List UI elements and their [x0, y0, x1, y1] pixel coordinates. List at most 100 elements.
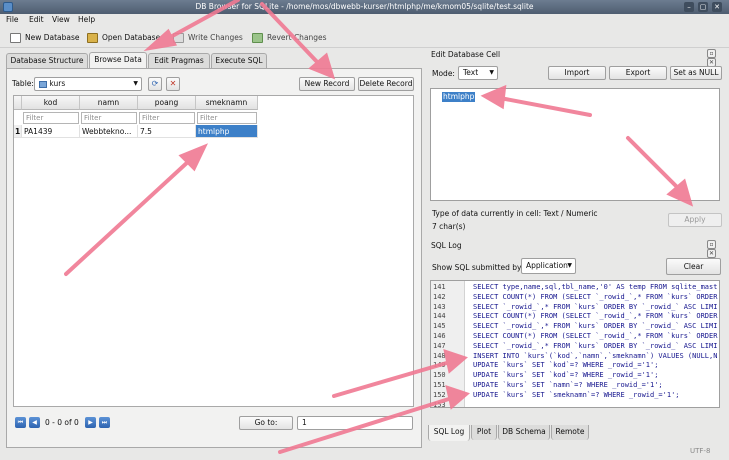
previous-page-icon[interactable]: ◀ — [29, 417, 40, 428]
sql-log-title: SQL Log — [431, 241, 462, 250]
log-line-code: SELECT COUNT(*) FROM (SELECT `_rowid_`,*… — [473, 292, 718, 301]
new-database-button[interactable]: New Database — [10, 30, 80, 45]
menu-edit[interactable]: Edit — [29, 15, 44, 24]
tab-db-schema[interactable]: DB Schema — [498, 425, 550, 440]
log-line-code: INSERT INTO `kurs`(`kod`,`namn`,`smeknam… — [473, 351, 718, 360]
refresh-icon: ⟳ — [151, 79, 159, 88]
tab-sql-log[interactable]: SQL Log — [428, 425, 470, 441]
log-line-code: UPDATE `kurs` SET `kod`=? WHERE _rowid_=… — [473, 361, 659, 370]
table-cell-namn[interactable]: Webbtekno... — [80, 125, 138, 138]
row-header-corner — [14, 96, 22, 110]
table-select[interactable]: kurs ▼ — [34, 77, 142, 91]
filter-kod[interactable]: Filter — [23, 112, 79, 124]
close-icon[interactable]: ✕ — [712, 2, 722, 12]
write-changes-button[interactable]: Write Changes — [173, 30, 243, 45]
log-line-number: 143 — [431, 302, 461, 311]
column-header-kod[interactable]: kod — [22, 96, 80, 110]
menu-bar: File Edit View Help — [0, 14, 729, 26]
pager-status: 0 - 0 of 0 — [45, 418, 79, 427]
log-line-code: SELECT type,name,sql,tbl_name,'0' AS tem… — [473, 283, 718, 291]
close-dock-icon[interactable]: ✕ — [707, 249, 716, 258]
log-line-number: 153 — [431, 400, 461, 407]
filter-smeknamn[interactable]: Filter — [197, 112, 257, 124]
log-line-code: UPDATE `kurs` SET `namn`=? WHERE _rowid_… — [473, 381, 663, 389]
data-grid: kod namn poang smeknamn Filter Filter Fi… — [13, 95, 414, 407]
set-as-null-button[interactable]: Set as NULL — [670, 66, 722, 80]
column-header-smeknamn[interactable]: smeknamn — [196, 96, 258, 110]
log-line-number: 152 — [431, 390, 461, 399]
log-line-number: 151 — [431, 381, 461, 389]
tab-plot[interactable]: Plot — [471, 425, 497, 440]
clear-log-button[interactable]: Clear — [666, 258, 721, 275]
revert-changes-button[interactable]: Revert Changes — [252, 30, 327, 45]
menu-file[interactable]: File — [6, 15, 19, 24]
log-line-number: 146 — [431, 332, 461, 340]
maximize-icon[interactable]: ▢ — [698, 2, 708, 12]
open-database-button[interactable]: Open Database — [87, 30, 160, 45]
clear-filters-button[interactable]: ✕ — [166, 77, 180, 91]
clear-filters-icon: ✕ — [169, 79, 177, 88]
status-bar: UTF-8 — [0, 446, 729, 460]
menu-view[interactable]: View — [52, 15, 70, 24]
open-database-label: Open Database — [102, 33, 161, 42]
log-line-number: 145 — [431, 322, 461, 331]
tab-execute-sql[interactable]: Execute SQL — [211, 53, 267, 68]
log-line-number: 150 — [431, 371, 461, 380]
log-line-number: 149 — [431, 361, 461, 370]
last-page-icon[interactable]: ⏭ — [99, 417, 110, 428]
tab-browse-data[interactable]: Browse Data — [89, 52, 147, 68]
table-cell-smeknamn-selected[interactable]: htmlphp — [196, 125, 258, 138]
first-page-icon[interactable]: ⏮ — [15, 417, 26, 428]
cell-editor-text[interactable]: htmlphp — [442, 92, 476, 102]
next-page-icon[interactable]: ▶ — [85, 417, 96, 428]
delete-record-button[interactable]: Delete Record — [358, 77, 414, 91]
minimize-icon[interactable]: – — [684, 2, 694, 12]
log-line-code: SELECT `_rowid_`,* FROM `kurs` ORDER BY … — [473, 341, 718, 350]
mode-select[interactable]: Text ▼ — [458, 66, 498, 80]
menu-help[interactable]: Help — [78, 15, 95, 24]
new-database-icon — [10, 32, 21, 43]
table-select-value: kurs — [49, 79, 66, 88]
apply-button[interactable]: Apply — [668, 213, 722, 227]
float-icon[interactable]: ▫ — [707, 240, 716, 249]
tab-edit-pragmas[interactable]: Edit Pragmas — [148, 53, 210, 68]
window-titlebar: DB Browser for SQLite - /home/mos/dbwebb… — [0, 0, 729, 14]
write-changes-label: Write Changes — [188, 33, 243, 42]
filter-namn[interactable]: Filter — [81, 112, 137, 124]
sql-log-view[interactable]: 141 SELECT type,name,sql,tbl_name,'0' AS … — [430, 280, 720, 408]
export-button[interactable]: Export — [609, 66, 667, 80]
refresh-button[interactable]: ⟳ — [148, 77, 162, 91]
cell-editor[interactable]: htmlphp — [430, 88, 720, 201]
tab-database-structure[interactable]: Database Structure — [6, 53, 88, 68]
write-changes-icon — [173, 32, 184, 43]
log-line-number: 142 — [431, 292, 461, 301]
row-number[interactable]: 1 — [14, 125, 22, 138]
log-line-number: 148 — [431, 351, 461, 360]
log-line-number: 147 — [431, 341, 461, 350]
column-header-namn[interactable]: namn — [80, 96, 138, 110]
right-dock: Edit Database Cell ▫✕ Mode: Text ▼ Impor… — [428, 48, 724, 458]
filter-poang[interactable]: Filter — [139, 112, 195, 124]
table-label: Table: — [12, 79, 34, 88]
import-button[interactable]: Import — [548, 66, 606, 80]
log-line-number: 144 — [431, 312, 461, 321]
new-record-button[interactable]: New Record — [299, 77, 355, 91]
toolbar: New Database Open Database Write Changes… — [0, 26, 729, 48]
sql-source-select[interactable]: Application ▼ — [521, 258, 576, 274]
revert-changes-icon — [252, 32, 263, 43]
log-line-code: SELECT COUNT(*) FROM (SELECT `_rowid_`,*… — [473, 312, 718, 321]
table-cell-poang[interactable]: 7.5 — [138, 125, 196, 138]
float-icon[interactable]: ▫ — [707, 49, 716, 58]
tab-remote[interactable]: Remote — [551, 425, 589, 440]
sql-log-dock-controls: ▫✕ — [706, 240, 724, 258]
mode-label: Mode: — [432, 69, 455, 78]
table-cell-kod[interactable]: PA1439 — [22, 125, 80, 138]
encoding-label: UTF-8 — [690, 447, 711, 455]
mode-select-value: Text — [463, 68, 479, 77]
cell-size-info: 7 char(s) — [432, 222, 466, 231]
sql-source-value: Application — [526, 261, 568, 270]
go-to-button[interactable]: Go to: — [239, 416, 293, 430]
go-to-input[interactable]: 1 — [297, 416, 413, 430]
column-header-poang[interactable]: poang — [138, 96, 196, 110]
log-line-code: UPDATE `kurs` SET `kod`=? WHERE _rowid_=… — [473, 371, 659, 380]
